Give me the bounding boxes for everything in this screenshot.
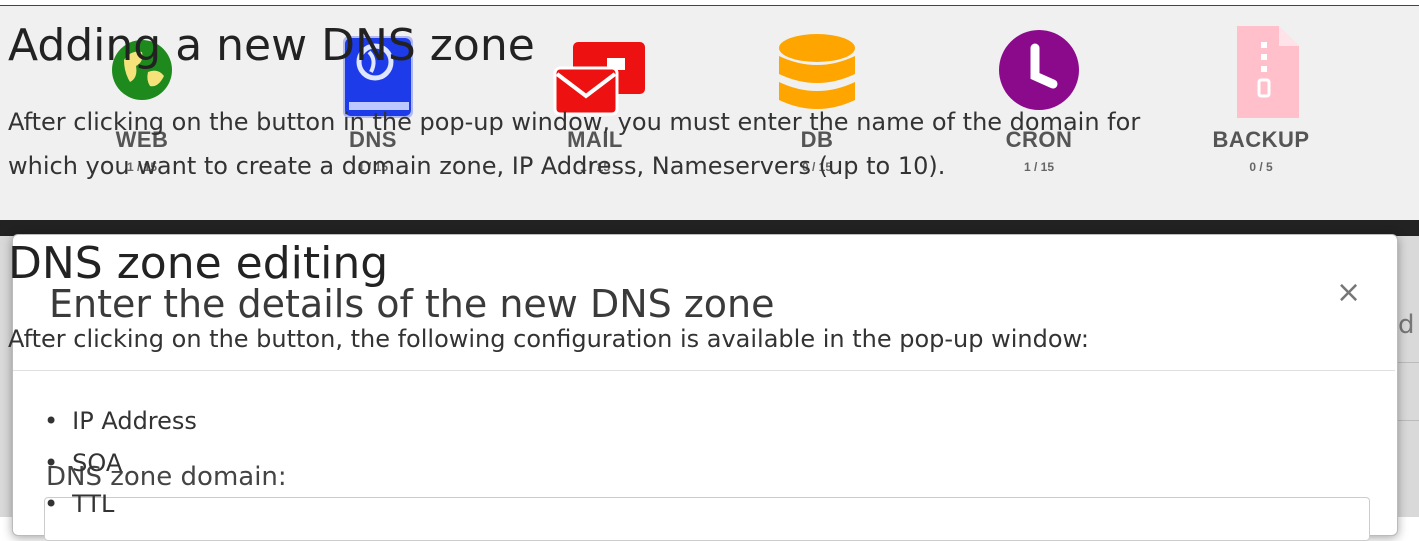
service-count: 0 / 5	[1249, 160, 1273, 174]
service-backup[interactable]: BACKUP 0 / 5	[1206, 22, 1316, 174]
background-divider	[1398, 420, 1419, 421]
list-item: IP Address	[44, 407, 197, 435]
list-item: SOA	[44, 449, 122, 477]
modal-header-divider	[13, 370, 1395, 371]
section-heading-editing: DNS zone editing	[8, 238, 389, 289]
dns-zone-domain-input[interactable]	[44, 497, 1370, 541]
list-item: TTL	[44, 490, 114, 518]
service-name: BACKUP	[1212, 127, 1310, 152]
service-count: 1 / 15	[1023, 160, 1055, 174]
section-paragraph-line: After clicking on the button, the follow…	[8, 325, 1089, 353]
section-paragraph-line: which you want to create a domain zone, …	[8, 152, 946, 180]
background-divider	[1398, 362, 1419, 363]
mail-icon	[547, 22, 645, 118]
archive-file-icon	[1213, 22, 1309, 118]
clock-icon	[991, 22, 1087, 118]
background-text-fragment: d	[1398, 310, 1415, 340]
section-heading-adding: Adding a new DNS zone	[8, 20, 535, 71]
database-icon	[769, 22, 865, 118]
service-cron[interactable]: CRON 1 / 15	[984, 22, 1094, 174]
close-button[interactable]: ×	[1336, 275, 1361, 310]
section-paragraph-line: After clicking on the button in the pop-…	[8, 108, 1141, 136]
